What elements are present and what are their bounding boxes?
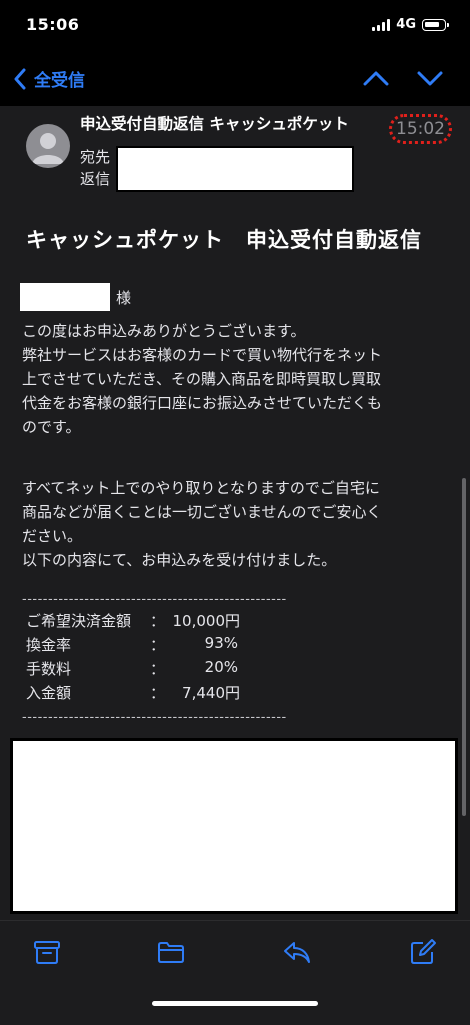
text-line: 以下の内容にて、お申込みを受け付けました。: [22, 551, 337, 569]
fee-row: 入金額 ： 7,440円: [26, 682, 286, 704]
fee-label: ご希望決済金額: [26, 612, 132, 630]
fee-colon: ：: [150, 612, 166, 630]
honorific: 様: [116, 289, 132, 307]
fee-row: ご希望決済金額 ： 10,000円: [26, 610, 286, 632]
divider-bottom: ----------------------------------------…: [22, 710, 287, 725]
text-line: 弊社サービスはお客様のカードで買い物代行をネット: [22, 346, 383, 364]
body-title: キャッシュポケット 申込受付自動返信: [26, 228, 422, 252]
bottom-toolbar: [0, 920, 470, 1025]
status-time: 15:06: [26, 15, 80, 34]
fee-row: 手数料 ： 20%: [26, 658, 286, 680]
fee-value: 20%: [204, 658, 238, 676]
fee-label: 換金率: [26, 636, 72, 654]
fee-colon: ：: [150, 636, 166, 654]
text-line: 商品などが届くことは一切ございませんのでご安心く: [22, 503, 382, 521]
reply-icon[interactable]: [282, 937, 312, 967]
notice-paragraph: すべてネット上でのやり取りとなりますのでご自宅に 商品などが届くことは一切ござい…: [22, 476, 452, 572]
compose-icon[interactable]: [408, 937, 438, 967]
divider-top: ----------------------------------------…: [22, 592, 287, 607]
navigation-bar: 全受信: [0, 50, 470, 106]
fee-row: 換金率 ： 93%: [26, 634, 286, 656]
fee-value: 7,440円: [182, 684, 240, 702]
fee-label: 手数料: [26, 660, 72, 678]
next-message-icon[interactable]: [416, 64, 444, 92]
text-line: この度はお申込みありがとうございます。: [22, 322, 306, 340]
back-button[interactable]: 全受信: [14, 66, 85, 91]
scrollbar[interactable]: [462, 478, 466, 816]
person-icon: [32, 133, 64, 164]
text-line: 代金をお客様の銀行口座にお振込みさせていただくも: [22, 394, 383, 412]
mail-body: キャッシュポケット 申込受付自動返信 様 この度はお申込みありがとうございます。…: [0, 208, 470, 920]
redacted-content: [10, 738, 458, 914]
intro-paragraph: この度はお申込みありがとうございます。 弊社サービスはお客様のカードで買い物代行…: [22, 319, 452, 439]
archive-icon[interactable]: [32, 937, 62, 967]
mail-subject: 申込受付自動返信 キャッシュポケット: [80, 115, 349, 133]
to-label: 宛先: [80, 148, 111, 166]
text-line: 上でさせていただき、その購入商品を即時買取し買取: [22, 370, 381, 388]
home-indicator[interactable]: [152, 1001, 318, 1006]
mail-timestamp: 15:02: [389, 114, 452, 144]
redacted-name: [20, 283, 110, 311]
status-bar: 15:06 4G: [0, 0, 470, 50]
battery-icon: [422, 18, 449, 31]
text-line: すべてネット上でのやり取りとなりますのでご自宅に: [22, 479, 380, 497]
folder-icon[interactable]: [156, 937, 186, 967]
fee-colon: ：: [150, 684, 166, 702]
fee-value: 10,000円: [172, 612, 241, 630]
text-line: のです。: [22, 418, 81, 436]
previous-message-icon[interactable]: [362, 64, 390, 92]
fee-value: 93%: [204, 634, 238, 652]
text-line: ださい。: [22, 527, 83, 545]
back-label: 全受信: [34, 71, 85, 91]
network-type: 4G: [396, 17, 416, 32]
fee-colon: ：: [150, 660, 166, 678]
avatar[interactable]: [26, 124, 70, 168]
signal-icon: [372, 18, 391, 31]
fee-label: 入金額: [26, 684, 72, 702]
mail-header: 申込受付自動返信 キャッシュポケット 15:02 宛先 返信: [0, 106, 470, 209]
status-indicators: 4G: [372, 17, 449, 32]
reply-to-label: 返信: [80, 170, 111, 188]
chevron-left-icon: [14, 68, 26, 89]
redacted-recipient: [116, 146, 354, 192]
